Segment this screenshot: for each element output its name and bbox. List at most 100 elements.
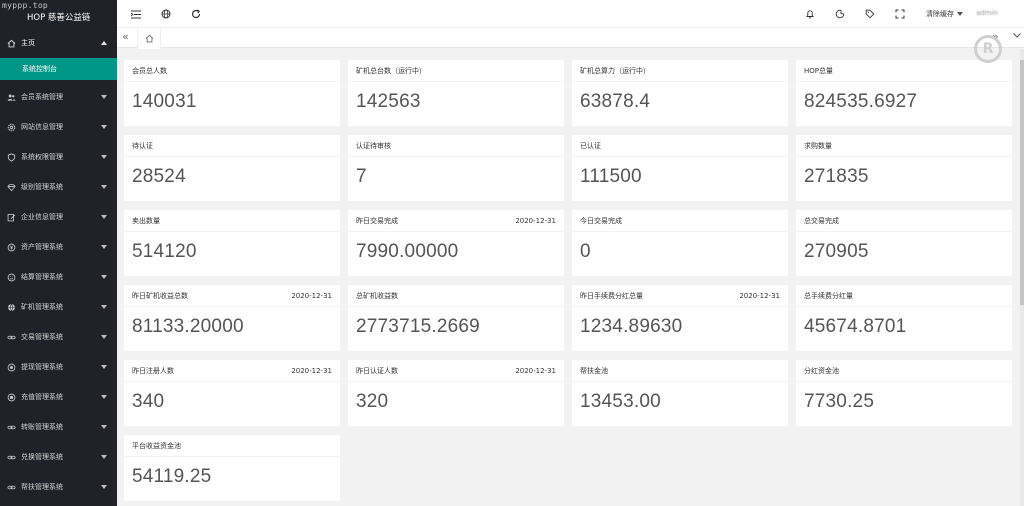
user-menu[interactable]: admin: [976, 9, 998, 17]
stat-card-title: 总矿机收益数: [356, 291, 398, 300]
globe-icon[interactable]: [160, 8, 172, 20]
stat-card-header: 总手续费分红量: [796, 285, 1012, 307]
stat-card-title: 昨日手续费分红总量: [580, 291, 643, 300]
fullscreen-icon[interactable]: [894, 8, 906, 20]
menu-toggle-icon[interactable]: [130, 8, 142, 20]
sidebar-item-2[interactable]: 网站信息管理: [0, 112, 117, 142]
theme-icon[interactable]: [834, 8, 846, 20]
sidebar-item-label: 结算管理系统: [21, 273, 63, 281]
sidebar-item-8[interactable]: 矿机管理系统: [0, 292, 117, 322]
stat-card-title: 卖出数量: [132, 216, 160, 225]
stat-card-title: 昨日认证人数: [356, 366, 398, 375]
sidebar-item-console[interactable]: 系统控制台: [0, 58, 117, 80]
sidebar-item-label: 级别管理系统: [21, 183, 63, 191]
sidebar-item-label: 网站信息管理: [21, 123, 63, 131]
stat-card-value: 63878.4: [580, 91, 651, 112]
stat-card-value: 1234.89630: [580, 316, 683, 337]
stat-card-value: 824535.6927: [804, 91, 918, 112]
watermark: myppp.top: [2, 1, 49, 10]
sidebar-item-label: 企业信息管理: [21, 213, 63, 221]
sidebar-item-10[interactable]: 提现管理系统: [0, 352, 117, 382]
sidebar-item-12[interactable]: 转账管理系统: [0, 412, 117, 442]
stat-card-value: 54119.25: [132, 466, 212, 487]
stat-card: 昨日手续费分红总量 2020-12-31 1234.89630: [572, 285, 788, 351]
sidebar-item-label: 提现管理系统: [21, 363, 63, 371]
sidebar-item-11[interactable]: 充值管理系统: [0, 382, 117, 412]
sidebar-item-label: 系统权限管理: [21, 153, 63, 161]
sidebar-item-5[interactable]: 企业信息管理: [0, 202, 117, 232]
stat-card: 矿机总台数（运行中） 142563: [348, 60, 564, 126]
dashboard-content: 会员总人数 140031 矿机总台数（运行中） 142563 矿机总算力（运行中） 638…: [117, 49, 1020, 506]
app-logo-text[interactable]: HOP 慈善公益链: [27, 11, 90, 23]
chevron-down-icon: [101, 275, 107, 279]
registered-mark-icon: R: [974, 35, 1002, 63]
chevron-down-icon: [101, 305, 107, 309]
sidebar: myppp.top HOP 慈善公益链 主页 系统控制台 会员系统管理 网站信息管…: [0, 0, 117, 506]
chevron-down-icon: [101, 395, 107, 399]
home-icon: [7, 39, 16, 48]
sidebar-item-13[interactable]: 兑换管理系统: [0, 442, 117, 472]
link-icon: [7, 333, 16, 342]
chevron-down-icon: [101, 335, 107, 339]
sidebar-item-4[interactable]: 级别管理系统: [0, 172, 117, 202]
stat-card-date: 2020-12-31: [291, 291, 332, 300]
sidebar-item-3[interactable]: 系统权限管理: [0, 142, 117, 172]
settings-icon: [7, 123, 16, 132]
stat-card-title: 今日交易完成: [580, 216, 622, 225]
clear-cache-label: 清除缓存: [926, 10, 954, 18]
sidebar-item-label: 矿机管理系统: [21, 303, 63, 311]
sidebar-item-label: 会员系统管理: [21, 93, 63, 101]
sidebar-item-home[interactable]: 主页: [0, 28, 117, 58]
stat-card-date: 2020-12-31: [515, 216, 556, 225]
stat-card-value: 271835: [804, 166, 869, 187]
sidebar-item-14[interactable]: 帮扶管理系统: [0, 472, 117, 502]
stat-card-value: 13453.00: [580, 391, 661, 412]
money-icon: [7, 243, 16, 252]
stat-card-header: 矿机总台数（运行中）: [348, 60, 564, 82]
stat-card-header: 已认证: [572, 135, 788, 157]
stat-card-header: 认证待审核: [348, 135, 564, 157]
stat-card: 待认证 28524: [124, 135, 340, 201]
tag-icon[interactable]: [864, 8, 876, 20]
stat-card-value: 0: [580, 241, 591, 262]
stat-card: 总矿机收益数 2773715.2669: [348, 285, 564, 351]
sidebar-item-9[interactable]: 交易管理系统: [0, 322, 117, 352]
chevron-down-icon: [101, 215, 107, 219]
smile-icon: [7, 273, 16, 282]
refresh-icon[interactable]: [190, 8, 202, 20]
stat-card: 总交易完成 270905: [796, 210, 1012, 276]
chevron-down-icon[interactable]: [1012, 30, 1022, 43]
stat-card-title: HOP总量: [804, 66, 833, 75]
shield-icon: [7, 152, 16, 162]
stat-card-header: 求购数量: [796, 135, 1012, 157]
scrollbar-thumb[interactable]: [1020, 60, 1024, 305]
stat-card-title: 待认证: [132, 141, 153, 150]
users-icon: [7, 93, 16, 102]
chevron-down-icon: [101, 95, 107, 99]
tab-home[interactable]: [137, 28, 161, 49]
stat-card-header: 昨日认证人数 2020-12-31: [348, 360, 564, 382]
clear-cache-dropdown[interactable]: 清除缓存: [926, 9, 963, 19]
sidebar-item-1[interactable]: 会员系统管理: [0, 82, 117, 112]
sidebar-item-6[interactable]: 资产管理系统: [0, 232, 117, 262]
stat-card-title: 总手续费分红量: [804, 291, 853, 300]
stat-card-header: 昨日交易完成 2020-12-31: [348, 210, 564, 232]
stat-card: 昨日交易完成 2020-12-31 7990.00000: [348, 210, 564, 276]
chevron-down-icon: [101, 125, 107, 129]
chevron-down-icon: [957, 12, 963, 16]
chevron-down-icon: [101, 245, 107, 249]
tab-bar: « »: [117, 28, 1024, 49]
bell-icon[interactable]: [804, 8, 816, 20]
stat-card-header: 待认证: [124, 135, 340, 157]
sidebar-item-7[interactable]: 结算管理系统: [0, 262, 117, 292]
stat-card-header: 昨日矿机收益总数 2020-12-31: [124, 285, 340, 307]
stat-card-header: 总交易完成: [796, 210, 1012, 232]
tab-scroll-left-icon[interactable]: «: [122, 31, 129, 43]
top-header: 清除缓存 admin: [117, 0, 1024, 28]
chevron-down-icon: [101, 155, 107, 159]
stat-card-value: 140031: [132, 91, 197, 112]
stat-card: 昨日注册人数 2020-12-31 340: [124, 360, 340, 426]
stat-card: 昨日认证人数 2020-12-31 320: [348, 360, 564, 426]
sidebar-item-label: 兑换管理系统: [21, 453, 63, 461]
stat-card: 认证待审核 7: [348, 135, 564, 201]
